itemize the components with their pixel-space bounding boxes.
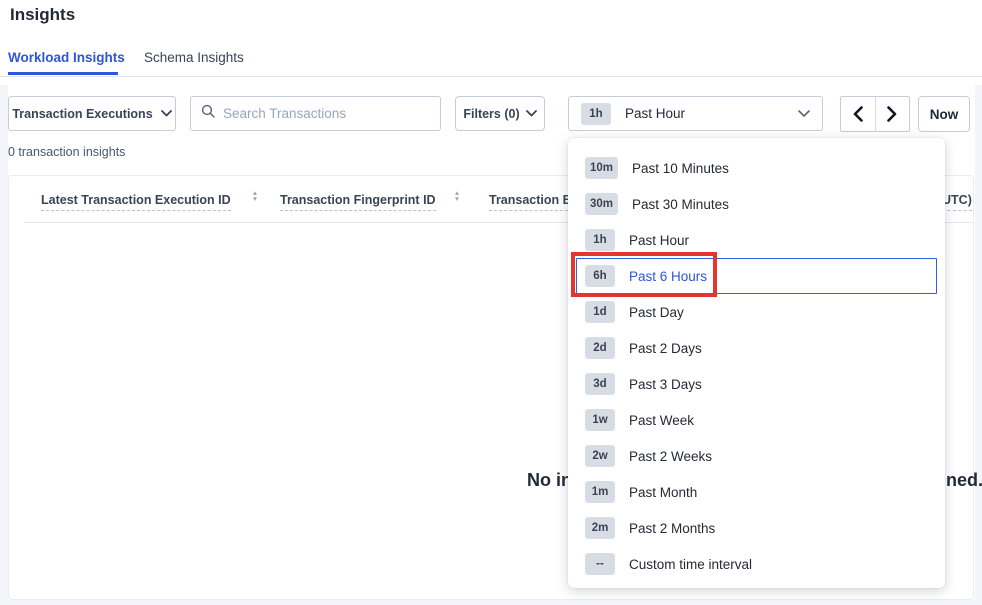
- chevron-down-icon: [526, 110, 537, 117]
- time-option-past-30-minutes[interactable]: 30m Past 30 Minutes: [576, 186, 937, 222]
- time-option-custom-time-interval[interactable]: -- Custom time interval: [576, 546, 937, 582]
- column-header-transaction-ex-truncated[interactable]: Transaction Ex: [489, 193, 578, 211]
- time-option-label: Past Week: [629, 413, 694, 428]
- empty-state-text-right-fragment: ned.: [946, 470, 982, 491]
- time-option-label: Past 6 Hours: [629, 269, 707, 284]
- sort-icon[interactable]: ▲▼: [452, 191, 462, 203]
- time-option-badge: 3d: [585, 373, 615, 395]
- insights-count-summary: 0 transaction insights: [8, 145, 125, 159]
- column-header-transaction-fingerprint-id[interactable]: Transaction Fingerprint ID: [280, 193, 436, 211]
- page-gutter-right: [975, 85, 982, 605]
- time-option-label: Past Day: [629, 305, 684, 320]
- time-nav-group: [840, 96, 910, 132]
- time-interval-dropdown-menu: 10m Past 10 Minutes 30m Past 30 Minutes …: [568, 138, 945, 588]
- time-option-past-2-days[interactable]: 2d Past 2 Days: [576, 330, 937, 366]
- page-gutter-left: [0, 85, 8, 605]
- time-option-badge: 2w: [585, 445, 615, 467]
- time-option-badge: 2m: [585, 517, 615, 539]
- time-option-label: Past Month: [629, 485, 697, 500]
- time-option-badge: 1h: [585, 229, 615, 251]
- time-option-past-2-weeks[interactable]: 2w Past 2 Weeks: [576, 438, 937, 474]
- time-option-label: Past 2 Months: [629, 521, 715, 536]
- time-option-badge: 30m: [585, 193, 618, 215]
- time-option-past-week[interactable]: 1w Past Week: [576, 402, 937, 438]
- search-input[interactable]: [223, 106, 430, 121]
- time-option-label: Past 30 Minutes: [632, 197, 729, 212]
- sort-icon[interactable]: ▲▼: [250, 191, 260, 203]
- now-button[interactable]: Now: [918, 96, 970, 132]
- prev-interval-button[interactable]: [841, 97, 876, 131]
- time-interval-label: Past Hour: [625, 106, 685, 121]
- time-interval-badge: 1h: [581, 103, 611, 125]
- active-tab-underline: [8, 72, 118, 75]
- time-option-badge: 6h: [585, 265, 615, 287]
- chevron-down-icon: [798, 110, 810, 118]
- column-header-latest-transaction-execution-id[interactable]: Latest Transaction Execution ID: [41, 193, 231, 211]
- column-header-utc-truncated[interactable]: UTC): [942, 193, 972, 211]
- filters-dropdown[interactable]: Filters (0): [455, 96, 545, 131]
- chevron-right-icon: [887, 106, 897, 122]
- time-option-badge: --: [585, 553, 615, 575]
- empty-state-text-left-fragment: No in: [527, 470, 572, 491]
- insight-type-label: Transaction Executions: [12, 107, 152, 121]
- time-option-past-day[interactable]: 1d Past Day: [576, 294, 937, 330]
- time-option-past-10-minutes[interactable]: 10m Past 10 Minutes: [576, 150, 937, 186]
- page-gutter-bottom: [0, 600, 982, 605]
- filters-label: Filters (0): [463, 107, 519, 121]
- chevron-down-icon: [161, 110, 172, 117]
- tab-schema-insights[interactable]: Schema Insights: [144, 50, 244, 65]
- time-option-past-6-hours[interactable]: 6h Past 6 Hours: [576, 258, 937, 294]
- search-box[interactable]: [190, 96, 441, 131]
- chevron-left-icon: [853, 106, 863, 122]
- insights-page: Insights Workload Insights Schema Insigh…: [0, 0, 982, 605]
- time-option-badge: 1m: [585, 481, 615, 503]
- insight-type-dropdown[interactable]: Transaction Executions: [8, 96, 176, 131]
- page-title: Insights: [10, 5, 75, 25]
- time-option-past-month[interactable]: 1m Past Month: [576, 474, 937, 510]
- time-option-badge: 2d: [585, 337, 615, 359]
- time-option-past-2-months[interactable]: 2m Past 2 Months: [576, 510, 937, 546]
- time-option-label: Past 10 Minutes: [632, 161, 729, 176]
- time-option-past-3-days[interactable]: 3d Past 3 Days: [576, 366, 937, 402]
- time-option-label: Past 3 Days: [629, 377, 702, 392]
- time-option-past-hour[interactable]: 1h Past Hour: [576, 222, 937, 258]
- time-option-label: Past 2 Days: [629, 341, 702, 356]
- time-option-label: Custom time interval: [629, 557, 752, 572]
- search-icon: [201, 104, 215, 123]
- time-option-badge: 1w: [585, 409, 615, 431]
- tabs-divider: [0, 76, 982, 77]
- time-option-badge: 1d: [585, 301, 615, 323]
- time-option-label: Past Hour: [629, 233, 689, 248]
- time-interval-dropdown-trigger[interactable]: 1h Past Hour: [568, 96, 823, 131]
- time-option-badge: 10m: [585, 157, 618, 179]
- time-option-label: Past 2 Weeks: [629, 449, 712, 464]
- next-interval-button[interactable]: [876, 97, 910, 131]
- tab-workload-insights[interactable]: Workload Insights: [8, 50, 125, 65]
